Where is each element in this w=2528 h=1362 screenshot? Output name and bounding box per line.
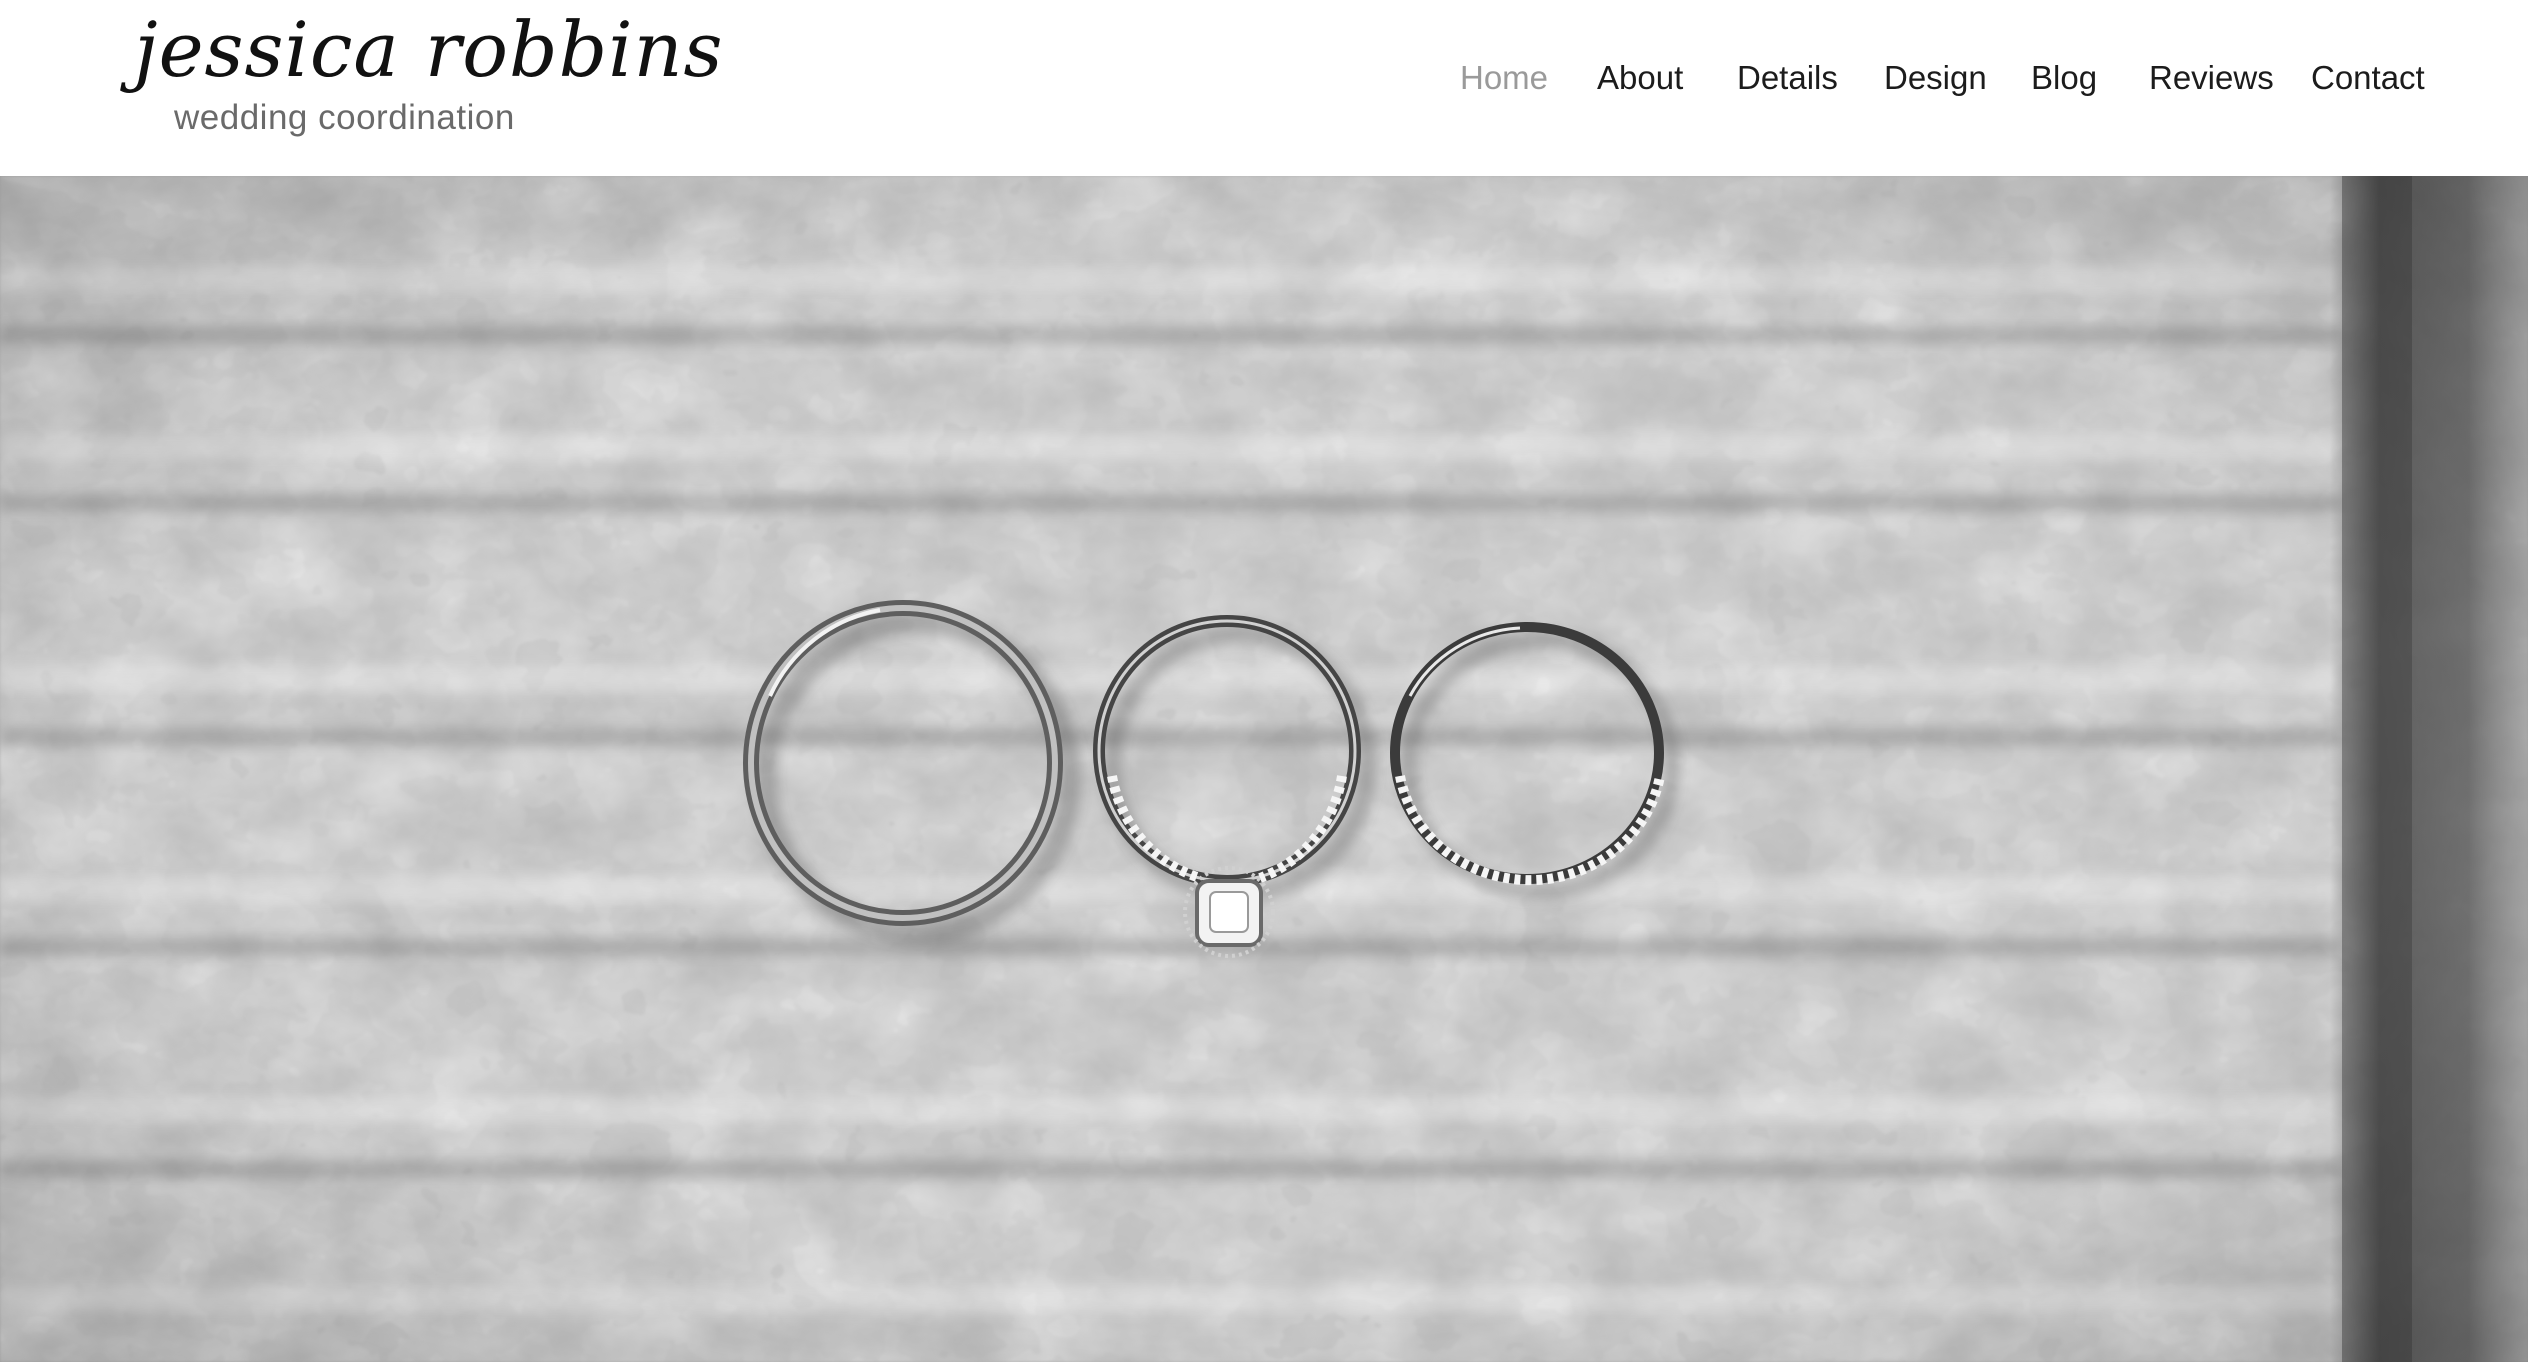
nav-design[interactable]: Design: [1884, 52, 1987, 104]
hero-image: [0, 176, 2528, 1362]
brand-logo[interactable]: jessica robbins wedding coordination: [134, 10, 723, 160]
wedding-rings-photo-icon: [0, 176, 2528, 1362]
nav-about[interactable]: About: [1597, 52, 1683, 104]
nav-details[interactable]: Details: [1737, 52, 1838, 104]
nav-home[interactable]: Home: [1460, 52, 1548, 104]
nav-contact[interactable]: Contact: [2311, 52, 2425, 104]
nav-reviews[interactable]: Reviews: [2149, 52, 2274, 104]
site-header: jessica robbins wedding coordination Hom…: [0, 0, 2528, 176]
nav-blog[interactable]: Blog: [2031, 52, 2097, 104]
brand-tagline: wedding coordination: [174, 98, 515, 137]
brand-name: jessica robbins: [134, 5, 724, 94]
